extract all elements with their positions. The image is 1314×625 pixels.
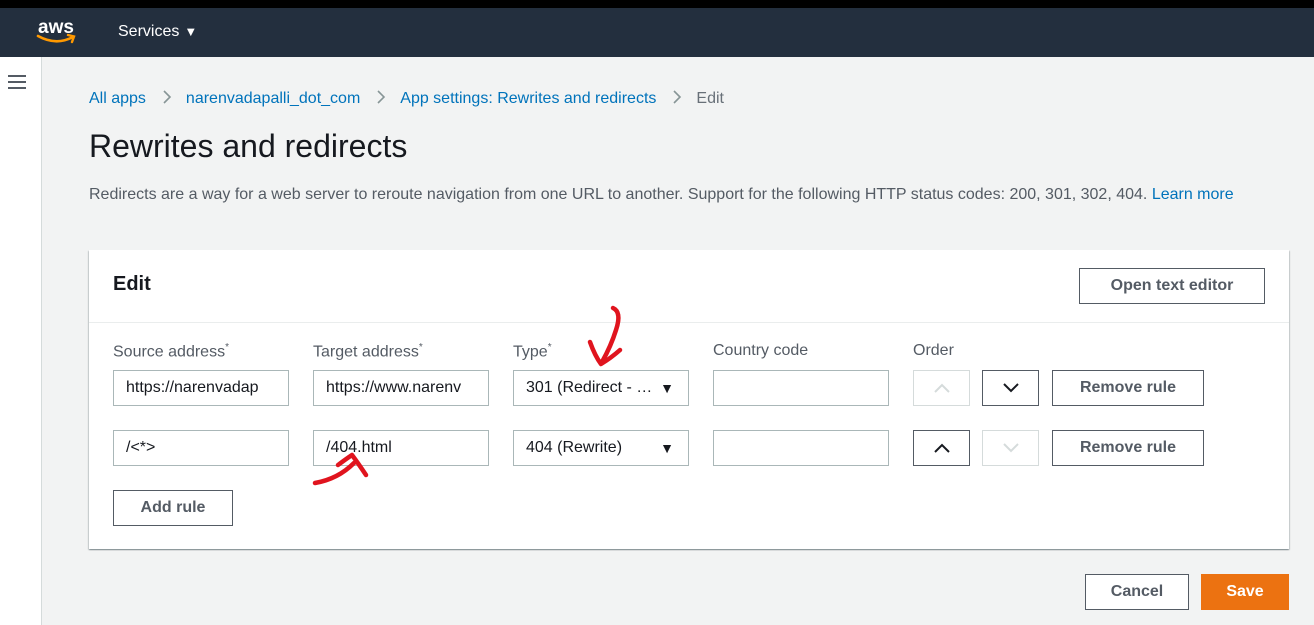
chevron-up-icon <box>934 383 950 393</box>
type-label: Type* <box>513 342 552 361</box>
move-down-button[interactable] <box>982 370 1039 406</box>
learn-more-link[interactable]: Learn more <box>1152 186 1234 203</box>
chevron-right-icon <box>373 89 389 108</box>
top-navbar: aws Services ▼ <box>0 8 1314 57</box>
chevron-right-icon <box>669 89 685 108</box>
aws-logo[interactable]: aws <box>36 17 80 49</box>
panel-header: Edit Open text editor <box>89 250 1289 323</box>
country-code-input[interactable] <box>713 370 889 406</box>
caret-down-icon: ▼ <box>660 380 674 396</box>
move-up-button[interactable] <box>913 370 970 406</box>
sidebar <box>0 57 42 625</box>
add-rule-button[interactable]: Add rule <box>113 490 233 526</box>
caret-down-icon: ▼ <box>184 24 198 39</box>
source-address-input[interactable]: /<*> <box>113 430 289 466</box>
chevron-down-icon <box>1003 443 1019 453</box>
move-up-button[interactable] <box>913 430 970 466</box>
type-select[interactable]: 301 (Redirect - Permanent) ▼ <box>513 370 689 406</box>
breadcrumb-app[interactable]: narenvadapalli_dot_com <box>186 90 360 107</box>
edit-panel: Edit Open text editor Source address* Ta… <box>89 250 1289 549</box>
country-code-input[interactable] <box>713 430 889 466</box>
aws-smile-icon <box>36 33 76 44</box>
type-select-value: 301 (Redirect - Permanent) <box>526 379 658 396</box>
move-down-button[interactable] <box>982 430 1039 466</box>
services-menu[interactable]: Services ▼ <box>118 23 197 41</box>
open-text-editor-button[interactable]: Open text editor <box>1079 268 1265 304</box>
target-address-input[interactable]: https://www.narenv <box>313 370 489 406</box>
type-select-value: 404 (Rewrite) <box>526 439 623 456</box>
caret-down-icon: ▼ <box>660 440 674 456</box>
breadcrumb-current: Edit <box>696 90 724 107</box>
save-button[interactable]: Save <box>1201 574 1289 610</box>
hamburger-menu-icon[interactable] <box>8 75 26 89</box>
remove-rule-button[interactable]: Remove rule <box>1052 370 1204 406</box>
panel-title: Edit <box>113 273 151 295</box>
description-text: Redirects are a way for a web server to … <box>89 186 1148 203</box>
country-code-label: Country code <box>713 342 809 359</box>
top-strip <box>0 0 1314 8</box>
remove-rule-button[interactable]: Remove rule <box>1052 430 1204 466</box>
chevron-down-icon <box>1003 383 1019 393</box>
target-address-label: Target address* <box>313 342 423 361</box>
source-address-input[interactable]: https://narenvadap <box>113 370 289 406</box>
page-title: Rewrites and redirects <box>89 128 408 164</box>
page-description: Redirects are a way for a web server to … <box>89 183 1289 207</box>
source-address-label: Source address* <box>113 342 229 361</box>
breadcrumb-all-apps[interactable]: All apps <box>89 90 146 107</box>
services-label: Services <box>118 23 180 40</box>
breadcrumb: All apps narenvadapalli_dot_com App settin… <box>89 89 724 108</box>
chevron-right-icon <box>159 89 175 108</box>
breadcrumb-app-settings[interactable]: App settings: Rewrites and redirects <box>400 90 656 107</box>
chevron-up-icon <box>934 443 950 453</box>
target-address-input[interactable]: /404.html <box>313 430 489 466</box>
type-select[interactable]: 404 (Rewrite) ▼ <box>513 430 689 466</box>
order-label: Order <box>913 342 954 359</box>
cancel-button[interactable]: Cancel <box>1085 574 1189 610</box>
